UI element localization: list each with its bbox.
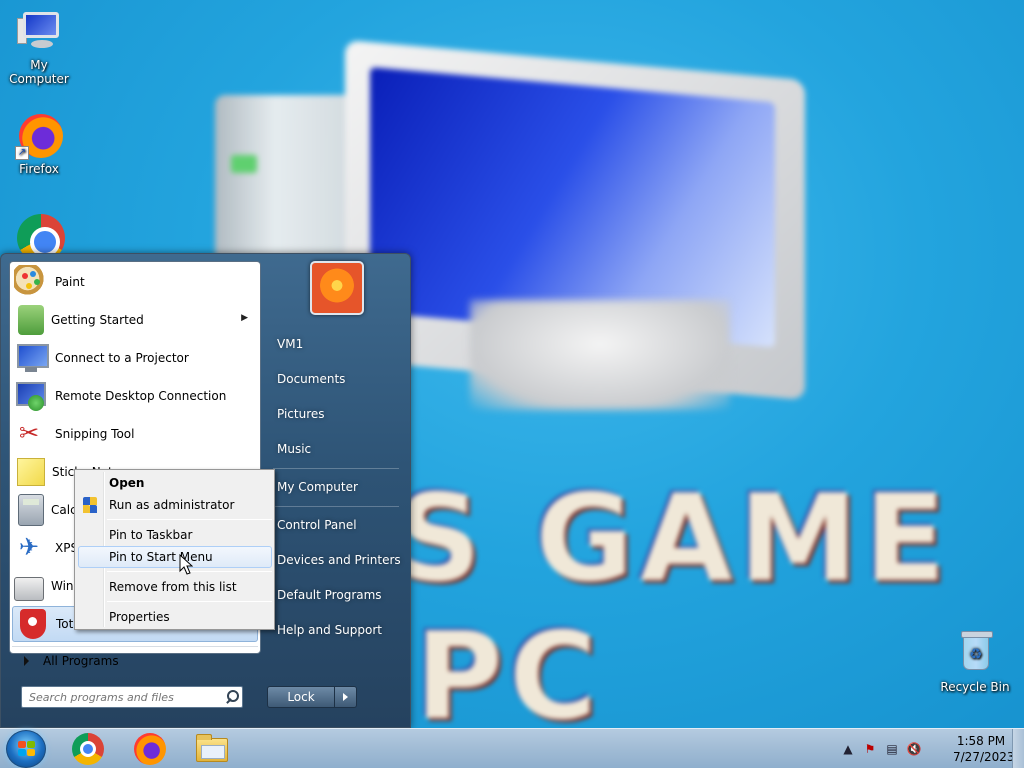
- context-menu: Open Run as administrator Pin to Taskbar…: [74, 469, 275, 630]
- taskbar-explorer-button[interactable]: [184, 731, 240, 767]
- power-options-arrow-button[interactable]: [335, 686, 357, 708]
- context-item-properties[interactable]: Properties: [78, 606, 272, 628]
- recycle-bin-icon: [951, 630, 999, 678]
- start-menu-divider: [273, 468, 399, 469]
- start-search-box[interactable]: [21, 686, 243, 708]
- wallpaper-text-line-2: PC: [415, 608, 604, 728]
- start-link-documents[interactable]: Documents: [269, 366, 403, 392]
- desktop-icon-label: Recycle Bin: [940, 680, 1010, 694]
- firefox-icon: ↗: [15, 112, 63, 160]
- program-label: Snipping Tool: [55, 427, 135, 441]
- program-label: Connect to a Projector: [55, 351, 189, 365]
- start-link-devices-printers[interactable]: Devices and Printers: [269, 547, 403, 573]
- uac-shield-icon: [83, 497, 97, 513]
- start-link-pictures[interactable]: Pictures: [269, 401, 403, 427]
- program-label: Getting Started: [51, 313, 144, 327]
- sticky-notes-icon: [17, 458, 45, 486]
- expand-arrow-icon: [24, 655, 29, 666]
- start-button[interactable]: [6, 730, 46, 768]
- program-item-connect-projector[interactable]: Connect to a Projector: [12, 340, 258, 376]
- wallpaper-text-line-1: S GAME: [395, 470, 952, 609]
- context-item-pin-taskbar[interactable]: Pin to Taskbar: [78, 524, 272, 546]
- context-item-remove-from-list[interactable]: Remove from this list: [78, 576, 272, 598]
- volume-muted-icon[interactable]: 🔇: [906, 741, 922, 757]
- desktop-icon-label: My Computer: [9, 58, 69, 86]
- file-explorer-icon: [196, 734, 228, 762]
- all-programs-label: All Programs: [43, 653, 119, 668]
- desktop-icon-my-computer[interactable]: My Computer: [0, 8, 78, 86]
- wallpaper-monitor-stand: [470, 300, 730, 410]
- start-link-default-programs[interactable]: Default Programs: [269, 582, 403, 608]
- desktop-icon-recycle-bin[interactable]: Recycle Bin: [936, 630, 1014, 694]
- remote-desktop-icon: [14, 379, 48, 413]
- program-item-getting-started[interactable]: Getting Started ▶: [12, 302, 258, 338]
- clock-time[interactable]: 1:58 PM: [953, 734, 1009, 748]
- firefox-icon: [134, 733, 166, 765]
- show-desktop-button[interactable]: [1012, 729, 1024, 768]
- program-label: Paint: [55, 275, 85, 289]
- search-icon[interactable]: [222, 687, 242, 707]
- submenu-arrow-icon: ▶: [241, 313, 248, 323]
- taskbar-chrome-button[interactable]: [60, 731, 116, 767]
- clock-date[interactable]: 7/27/2023: [953, 750, 1015, 764]
- chrome-icon: [72, 733, 104, 765]
- taskbar-firefox-button[interactable]: [122, 731, 178, 767]
- start-link-control-panel[interactable]: Control Panel: [269, 512, 403, 538]
- system-tray: ▲ ⚑ ▤ 🔇 1:58 PM 7/27/2023: [838, 729, 1024, 768]
- program-item-remote-desktop[interactable]: Remote Desktop Connection: [12, 378, 258, 414]
- start-link-vm1[interactable]: VM1: [269, 331, 403, 357]
- user-account-picture[interactable]: [310, 261, 364, 315]
- network-icon[interactable]: ▤: [884, 741, 900, 757]
- context-item-pin-start-menu[interactable]: Pin to Start Menu: [78, 546, 272, 568]
- show-hidden-icons-chevron[interactable]: ▲: [840, 741, 856, 757]
- context-menu-separator: [107, 519, 272, 520]
- context-item-label: Run as administrator: [109, 498, 235, 512]
- total-security-icon: [15, 607, 49, 641]
- fax-scan-icon: [14, 577, 44, 601]
- mouse-pointer-icon: [179, 554, 193, 575]
- context-item-run-as-admin[interactable]: Run as administrator: [78, 494, 272, 516]
- xps-viewer-icon: [14, 531, 48, 565]
- action-center-flag-icon[interactable]: ⚑: [862, 741, 878, 757]
- projector-icon: [14, 341, 49, 375]
- program-item-paint[interactable]: Paint: [12, 264, 258, 300]
- desktop-icon-label: Firefox: [19, 162, 59, 176]
- context-item-open[interactable]: Open: [78, 472, 272, 494]
- desktop-icon-firefox[interactable]: ↗ Firefox: [0, 112, 78, 176]
- paint-icon: [14, 265, 48, 299]
- program-label: Remote Desktop Connection: [55, 389, 227, 403]
- windows-logo-icon: [18, 741, 36, 757]
- start-link-help-support[interactable]: Help and Support: [269, 617, 403, 643]
- start-menu-divider: [273, 506, 399, 507]
- lock-button[interactable]: Lock: [267, 686, 335, 708]
- all-programs-button[interactable]: All Programs: [12, 646, 258, 674]
- calculator-icon: [18, 494, 44, 526]
- power-button-group: Lock: [267, 686, 357, 708]
- program-item-snipping-tool[interactable]: Snipping Tool: [12, 416, 258, 452]
- snipping-tool-icon: [14, 417, 48, 451]
- search-input[interactable]: [22, 687, 222, 707]
- taskbar: ▲ ⚑ ▤ 🔇 1:58 PM 7/27/2023: [0, 728, 1024, 768]
- context-menu-separator: [107, 601, 272, 602]
- getting-started-icon: [18, 305, 44, 335]
- start-link-my-computer[interactable]: My Computer: [269, 474, 403, 500]
- start-link-music[interactable]: Music: [269, 436, 403, 462]
- computer-icon: [15, 8, 63, 56]
